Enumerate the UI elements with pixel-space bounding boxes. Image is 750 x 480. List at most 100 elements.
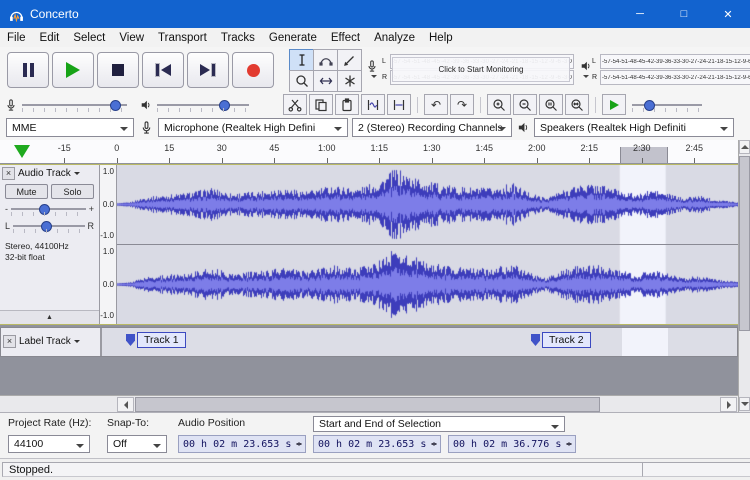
status-extra-panel (642, 462, 750, 477)
pan-thumb[interactable] (41, 221, 53, 232)
menu-item[interactable]: Transport (151, 30, 214, 46)
solo-button[interactable]: Solo (51, 184, 94, 199)
playback-meter[interactable]: L -57 -54 -51 -48 -45 -42 -39 -36 -33 -30 -27 -24 -2… (580, 50, 750, 89)
vertical-scroll-thumb[interactable] (739, 156, 750, 331)
track-close-button[interactable]: × (2, 167, 15, 180)
track-title[interactable]: Audio Track (18, 168, 71, 179)
recording-volume-slider[interactable] (22, 98, 127, 112)
skip-to-start-button[interactable] (142, 52, 184, 88)
audio-position-label: Audio Position (178, 417, 246, 429)
menu-item[interactable]: View (112, 30, 151, 46)
zoom-out-button[interactable] (513, 94, 537, 115)
audio-host-select[interactable]: MME (6, 118, 134, 137)
undo-button[interactable]: ↶ (424, 94, 448, 115)
selection-mode-select[interactable]: Start and End of Selection (313, 416, 565, 432)
gain-thumb[interactable] (39, 204, 50, 215)
title-bar[interactable]: Concerto ─ □ ✕ (0, 0, 750, 28)
meter-scale-label: -18 (714, 74, 724, 81)
selection-end-field[interactable]: 00 h 02 m 36.776 s (448, 435, 576, 453)
trim-audio-button[interactable] (361, 94, 385, 115)
vertical-scrollbar[interactable] (738, 140, 750, 412)
minimize-button[interactable]: ─ (618, 0, 662, 28)
label-marker-icon[interactable] (531, 334, 540, 346)
recording-device-select[interactable]: Microphone (Realtek High Defini (158, 118, 348, 137)
track-collapse-button[interactable]: ▲ (0, 310, 99, 324)
envelope-tool-button[interactable] (313, 49, 338, 71)
label-area[interactable]: Track 1 Track 2 (101, 328, 737, 356)
playback-volume-slider[interactable] (157, 98, 249, 112)
playback-speed-slider[interactable] (632, 98, 702, 112)
waveform-right-channel[interactable] (117, 245, 738, 324)
playback-device-select[interactable]: Speakers (Realtek High Definiti (534, 118, 734, 137)
close-button[interactable]: ✕ (706, 0, 750, 28)
zoom-selection-button[interactable] (539, 94, 563, 115)
waveform-left-channel[interactable] (117, 165, 738, 244)
menu-item[interactable]: Help (422, 30, 460, 46)
playback-meter-left-bar: -57 -54 -51 -48 -45 -42 -39 -36 -33 -30 -27 -24 -21-… (600, 54, 750, 69)
horizontal-scroll-thumb[interactable] (135, 397, 600, 412)
playhead-marker[interactable] (14, 145, 30, 158)
track-close-button[interactable]: × (3, 335, 16, 348)
playback-speed-thumb[interactable] (644, 99, 655, 111)
cut-button[interactable] (283, 94, 307, 115)
recording-volume-thumb[interactable] (110, 99, 121, 111)
meter-dropdown-icon[interactable] (371, 74, 377, 81)
timeline-ruler[interactable]: -15 0 15 30 45 1:00 1:15 1:30 1:45 2:00 2:15 2:30 2:… (0, 140, 738, 164)
playback-volume-thumb[interactable] (219, 99, 230, 111)
zoom-tool-button[interactable] (289, 70, 314, 92)
recording-channels-select[interactable]: 2 (Stereo) Recording Channels (352, 118, 512, 137)
gain-slider[interactable] (11, 202, 86, 216)
timeshift-tool-button[interactable] (313, 70, 338, 92)
horizontal-scrollbar[interactable] (0, 395, 738, 412)
vertical-scale-ruler[interactable]: 1.0 0.0 -1.0 1.0 0.0 -1.0 (100, 165, 117, 324)
ruler-tick-label: 15 (143, 140, 196, 163)
recording-meter[interactable]: L -57-54-51-48-45-42-39-36-33-30-27-24-2… (366, 50, 574, 89)
redo-button[interactable]: ↷ (450, 94, 474, 115)
zoom-in-button[interactable] (487, 94, 511, 115)
menu-item[interactable]: Generate (262, 30, 324, 46)
monitoring-prompt[interactable]: Click to Start Monitoring (392, 57, 570, 82)
label-text[interactable]: Track 1 (137, 332, 186, 348)
zoom-fit-button[interactable] (565, 94, 589, 115)
scroll-up-button[interactable] (739, 140, 750, 154)
label-marker-icon[interactable] (126, 334, 135, 346)
label-text[interactable]: Track 2 (542, 332, 591, 348)
paste-button[interactable] (335, 94, 359, 115)
project-rate-label: Project Rate (Hz): (8, 417, 92, 429)
tools-toolbar (289, 49, 362, 92)
selection-start-field[interactable]: 00 h 02 m 23.653 s (313, 435, 441, 453)
meter-dropdown-icon[interactable] (583, 74, 589, 81)
menu-item[interactable]: Effect (324, 30, 367, 46)
record-button[interactable] (232, 52, 274, 88)
microphone-icon (368, 59, 376, 72)
selection-end-value: 00 h 02 m 36.776 s (453, 438, 562, 450)
snap-to-select[interactable]: Off (107, 435, 167, 453)
stop-button[interactable] (97, 52, 139, 88)
track-menu-arrow-icon[interactable] (73, 172, 80, 178)
mute-button[interactable]: Mute (5, 184, 48, 199)
meter-channel-label: R (382, 74, 388, 81)
multi-tool-button[interactable] (337, 70, 362, 92)
menu-item[interactable]: Tracks (214, 30, 262, 46)
selection-tool-button[interactable] (289, 49, 314, 71)
menu-item[interactable]: Analyze (367, 30, 422, 46)
menu-item[interactable]: File (0, 30, 33, 46)
scroll-right-button[interactable] (720, 397, 737, 412)
menu-item[interactable]: Edit (33, 30, 67, 46)
skip-to-end-button[interactable] (187, 52, 229, 88)
copy-button[interactable] (309, 94, 333, 115)
track-title[interactable]: Label Track (19, 336, 71, 347)
scroll-left-button[interactable] (117, 397, 134, 412)
maximize-button[interactable]: □ (662, 0, 706, 28)
silence-audio-button[interactable] (387, 94, 411, 115)
menu-item[interactable]: Select (66, 30, 112, 46)
project-rate-select[interactable]: 44100 (8, 435, 90, 453)
scroll-down-button[interactable] (739, 397, 750, 411)
pan-slider[interactable] (13, 219, 85, 233)
play-at-speed-button[interactable] (602, 94, 626, 115)
play-button[interactable] (52, 52, 94, 88)
pause-button[interactable] (7, 52, 49, 88)
track-menu-arrow-icon[interactable] (73, 340, 80, 346)
audio-position-field[interactable]: 00 h 02 m 23.653 s (178, 435, 306, 453)
draw-tool-button[interactable] (337, 49, 362, 71)
